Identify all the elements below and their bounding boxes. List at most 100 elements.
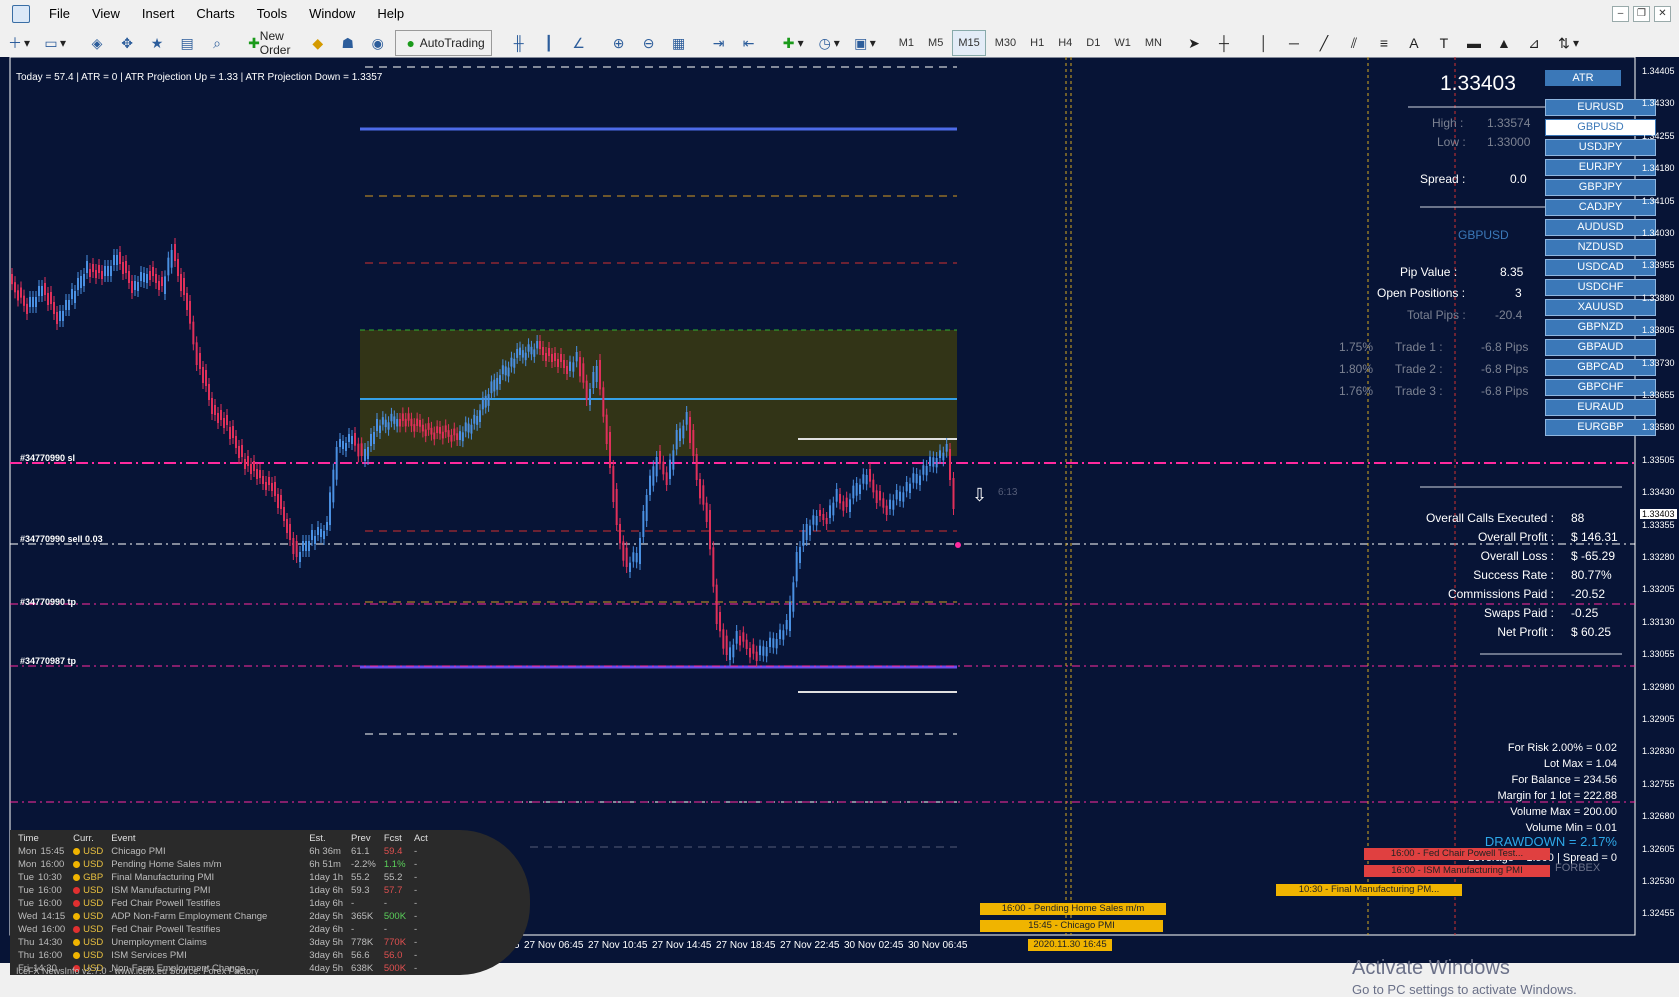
menu-file[interactable]: File xyxy=(38,2,81,26)
tf-m15[interactable]: M15 xyxy=(952,29,986,56)
fibonacci-button[interactable]: ≡ xyxy=(1371,30,1397,56)
rectangle-button[interactable]: ▬ xyxy=(1461,30,1487,56)
tf-m1[interactable]: M1 xyxy=(894,31,919,55)
news-row[interactable]: Tue 16:00 USD Fed Chair Powell Testifies 1da… xyxy=(14,897,432,910)
candle-body xyxy=(912,473,915,483)
fibo-fan-button[interactable]: ⊿ xyxy=(1521,30,1547,56)
tf-m5[interactable]: M5 xyxy=(923,31,948,55)
menu-help[interactable]: Help xyxy=(366,2,415,26)
candle-body xyxy=(481,397,484,410)
triangle-button[interactable]: ▲ xyxy=(1491,30,1517,56)
pair-button-gbpusd[interactable]: GBPUSD xyxy=(1545,119,1656,136)
chart-shift-button[interactable]: ⇤ xyxy=(736,30,762,56)
menu-view[interactable]: View xyxy=(81,2,131,26)
pair-button-gbpchf[interactable]: GBPCHF xyxy=(1545,379,1656,396)
periods-button[interactable]: ◷ ▾ xyxy=(812,30,844,56)
pair-button-eurusd[interactable]: EURUSD xyxy=(1545,99,1656,116)
atr-info-line: Today = 57.4 | ATR = 0 | ATR Projection … xyxy=(16,72,383,83)
pair-button-cadjpy[interactable]: CADJPY xyxy=(1545,199,1656,216)
menu-tools[interactable]: Tools xyxy=(246,2,298,26)
pair-button-eurjpy[interactable]: EURJPY xyxy=(1545,159,1656,176)
pair-button-gbpaud[interactable]: GBPAUD xyxy=(1545,339,1656,356)
menu-charts[interactable]: Charts xyxy=(185,2,245,26)
pair-button-euraud[interactable]: EURAUD xyxy=(1545,399,1656,416)
profiles-button[interactable]: ▭ ▾ xyxy=(38,30,70,56)
tf-w1[interactable]: W1 xyxy=(1109,31,1136,55)
candle-body xyxy=(945,444,948,452)
pair-button-usdjpy[interactable]: USDJPY xyxy=(1545,139,1656,156)
news-row[interactable]: Wed 14:15 USD ADP Non-Farm Employment Chang… xyxy=(14,910,432,923)
bar-chart-button[interactable]: ╫ xyxy=(506,30,532,56)
text-button[interactable]: A xyxy=(1401,30,1427,56)
candlestick-button[interactable]: ┃ xyxy=(536,30,562,56)
new-chart-button[interactable]: ＋ ▾ xyxy=(2,30,34,56)
metaeditor-button[interactable]: ◆ xyxy=(305,30,331,56)
candle-body xyxy=(692,430,695,456)
candle-body xyxy=(223,418,225,428)
news-row[interactable]: Wed 16:00 USD Fed Chair Powell Testifies 2da… xyxy=(14,923,432,936)
news-row[interactable]: Tue 16:00 USD ISM Manufacturing PMI 1day 6h 5… xyxy=(14,884,432,897)
autotrading-button[interactable]: ● AutoTrading xyxy=(394,29,492,56)
line-chart-button[interactable]: ∠ xyxy=(566,30,592,56)
tf-mn[interactable]: MN xyxy=(1140,31,1167,55)
zoom-in-button[interactable]: ⊕ xyxy=(606,30,632,56)
pair-button-gbpnzd[interactable]: GBPNZD xyxy=(1545,319,1656,336)
pair-button-usdcad[interactable]: USDCAD xyxy=(1545,259,1656,276)
market-watch-button[interactable]: ◈ xyxy=(84,30,110,56)
risk-line: Lot Max = 1.04 xyxy=(1543,758,1617,770)
price-chart[interactable]: Today = 57.4 | ATR = 0 | ATR Projection … xyxy=(0,57,1679,997)
pair-button-gbpcad[interactable]: GBPCAD xyxy=(1545,359,1656,376)
minimize-icon[interactable]: – xyxy=(1612,6,1629,22)
vertical-line-button[interactable]: │ xyxy=(1251,30,1277,56)
news-row[interactable]: Mon 15:45 USD Chicago PMI 6h 36m 61.1 59.4- xyxy=(14,845,432,858)
news-prev: 61.1 xyxy=(347,845,380,858)
horizontal-line-button[interactable]: ─ xyxy=(1281,30,1307,56)
navigator-button[interactable]: ★ xyxy=(144,30,170,56)
signals-button[interactable]: ☗ xyxy=(335,30,361,56)
stat-label: Net Profit : xyxy=(1497,625,1554,639)
pair-button-nzdusd[interactable]: NZDUSD xyxy=(1545,239,1656,256)
pair-button-gbpjpy[interactable]: GBPJPY xyxy=(1545,179,1656,196)
close-icon[interactable]: ✕ xyxy=(1654,6,1671,22)
trendline-button[interactable]: ╱ xyxy=(1311,30,1337,56)
arrows-button[interactable]: ⇅ ▾ xyxy=(1551,30,1583,56)
label-button[interactable]: T xyxy=(1431,30,1457,56)
channel-button[interactable]: ⫽ xyxy=(1341,30,1367,56)
news-act-text: - xyxy=(414,911,418,922)
pair-button-xauusd[interactable]: XAUUSD xyxy=(1545,299,1656,316)
data-window-button[interactable]: ✥ xyxy=(114,30,140,56)
candle-body xyxy=(815,516,818,526)
pair-button-eurgbp[interactable]: EURGBP xyxy=(1545,419,1656,436)
new-order-button[interactable]: ✚ New Order xyxy=(244,29,301,57)
indicators-button[interactable]: ✚ ▾ xyxy=(776,30,808,56)
zoom-out-button[interactable]: ⊖ xyxy=(636,30,662,56)
pair-button-audusd[interactable]: AUDUSD xyxy=(1545,219,1656,236)
terminal-button[interactable]: ▤ xyxy=(174,30,200,56)
tile-windows-button[interactable]: ▦ xyxy=(666,30,692,56)
menu-window[interactable]: Window xyxy=(298,2,366,26)
news-currency-text: USD xyxy=(83,885,104,896)
templates-button[interactable]: ▣ ▾ xyxy=(848,30,880,56)
pair-button-usdchf[interactable]: USDCHF xyxy=(1545,279,1656,296)
candle-body xyxy=(23,295,25,306)
tf-h1[interactable]: H1 xyxy=(1025,31,1049,55)
crosshair-button[interactable]: ┼ xyxy=(1211,30,1237,56)
menu-insert[interactable]: Insert xyxy=(131,2,186,26)
news-row[interactable]: Tue 10:30 GBP Final Manufacturing PMI 1day 1… xyxy=(14,871,432,884)
stat-value: $ 146.31 xyxy=(1571,530,1618,544)
news-fcst: 55.2 xyxy=(380,871,410,884)
news-row[interactable]: Mon 16:00 USD Pending Home Sales m/m 6h 51m -… xyxy=(14,858,432,871)
candle-body xyxy=(805,524,808,540)
templates-icon: ▣ xyxy=(854,34,868,51)
atr-button[interactable]: ATR xyxy=(1545,70,1621,86)
restore-icon[interactable]: ❐ xyxy=(1633,6,1650,22)
news-row[interactable]: Thu 14:30 USD Unemployment Claims 3day 5h 778… xyxy=(14,936,432,949)
market-button[interactable]: ◉ xyxy=(365,30,391,56)
tf-d1[interactable]: D1 xyxy=(1081,31,1105,55)
tf-m30[interactable]: M30 xyxy=(990,31,1021,55)
news-row[interactable]: Thu 16:00 USD ISM Services PMI 3day 6h 56.6 56… xyxy=(14,949,432,962)
auto-scroll-button[interactable]: ⇥ xyxy=(706,30,732,56)
strategy-tester-button[interactable]: ⌕ xyxy=(204,30,230,56)
cursor-button[interactable]: ➤ xyxy=(1181,30,1207,56)
tf-h4[interactable]: H4 xyxy=(1053,31,1077,55)
